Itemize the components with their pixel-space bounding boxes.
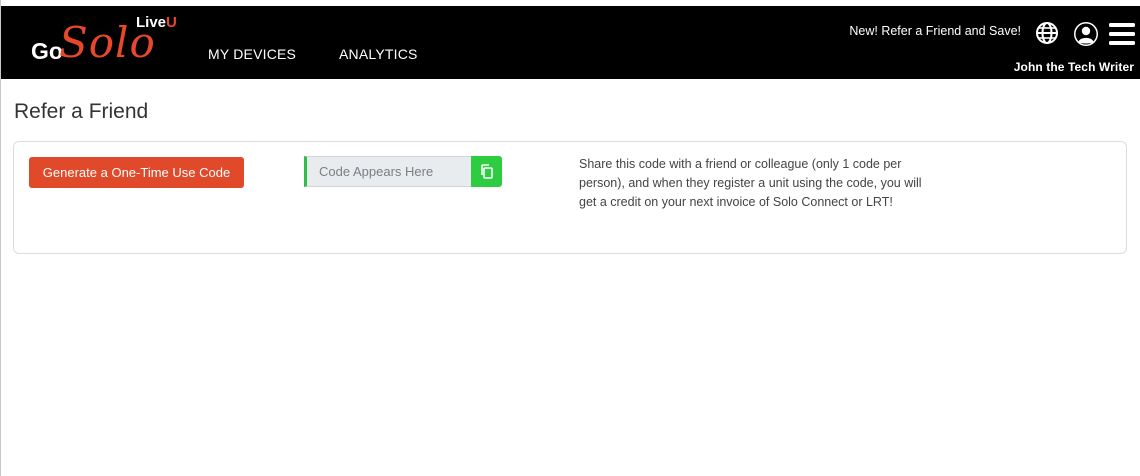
generate-code-button[interactable]: Generate a One-Time Use Code — [29, 157, 244, 188]
refer-friend-promo-link[interactable]: New! Refer a Friend and Save! — [849, 24, 1021, 38]
nav-analytics[interactable]: ANALYTICS — [339, 46, 418, 62]
logged-in-username[interactable]: John the Tech Writer — [1014, 60, 1134, 74]
code-input-group — [304, 156, 503, 187]
hamburger-menu-icon[interactable] — [1109, 22, 1135, 51]
gosolo-liveu-logo[interactable]: Go Solo LiveU — [31, 12, 201, 72]
globe-icon[interactable] — [1035, 21, 1059, 50]
referral-description: Share this code with a friend or colleag… — [579, 157, 922, 209]
page-title: Refer a Friend — [14, 100, 149, 123]
user-icon[interactable] — [1073, 21, 1099, 52]
logo-u-part: U — [166, 14, 177, 31]
logo-liveu-text: LiveU — [136, 14, 177, 31]
app-frame: Go Solo LiveU MY DEVICES ANALYTICS New! … — [0, 0, 1140, 476]
referral-code-field[interactable] — [304, 156, 472, 187]
copy-code-button[interactable] — [471, 156, 502, 187]
copy-icon — [481, 164, 493, 179]
logo-live-part: Live — [136, 14, 167, 31]
refer-friend-panel: Generate a One-Time Use Code Share this … — [13, 141, 1127, 254]
top-navbar: Go Solo LiveU MY DEVICES ANALYTICS New! … — [1, 6, 1140, 79]
nav-my-devices[interactable]: MY DEVICES — [208, 46, 296, 62]
